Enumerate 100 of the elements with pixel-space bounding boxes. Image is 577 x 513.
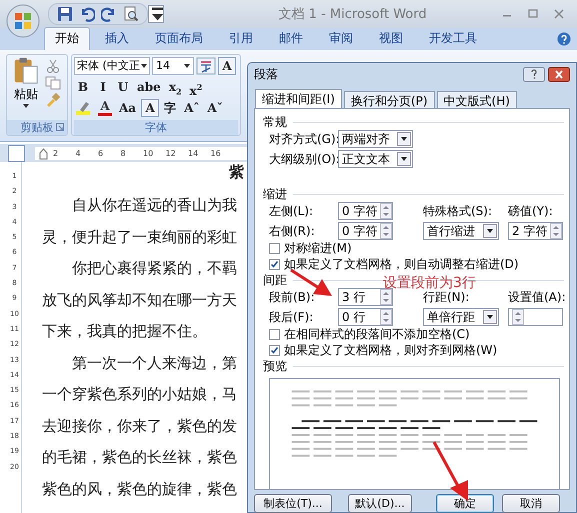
checkbox-label: 在相同样式的段落间不添加空格(C) (284, 326, 470, 342)
ruler-number: 2 (53, 148, 60, 158)
format-button[interactable]: Aa (116, 98, 140, 116)
print-preview-icon[interactable] (123, 6, 139, 22)
font-color-button[interactable]: A (96, 100, 114, 116)
customize-menu-icon[interactable] (148, 5, 164, 23)
window-title: 文档 1 - Microsoft Word (278, 6, 428, 23)
caret-icon (141, 64, 147, 68)
group-label: 字体 (74, 120, 238, 135)
scissors-icon[interactable] (45, 59, 61, 73)
spin-field[interactable]: 2 字符 (508, 222, 563, 240)
spin-field[interactable] (508, 308, 563, 326)
dropdown[interactable]: 首行缩进 (423, 222, 499, 240)
help-icon[interactable] (557, 32, 571, 46)
format-button[interactable]: Aˆ (181, 98, 202, 116)
field-label: 右侧(R): (269, 223, 316, 240)
ribbon-tab[interactable]: 开始 (44, 27, 90, 50)
format-button[interactable]: U (114, 78, 132, 96)
section-heading: 间距 (263, 272, 287, 288)
dialog-title: 段落 (254, 66, 278, 82)
close-button[interactable] (548, 66, 570, 82)
field-label: 设置值(A): (508, 289, 563, 306)
ribbon-tab[interactable]: 审阅 (318, 27, 364, 50)
dialog-button[interactable]: 制表位(T)... (254, 494, 332, 513)
document-text: 去迎接你，你来了，紫色的发 (42, 416, 237, 434)
dialog-button[interactable]: 默认(D)... (348, 494, 412, 513)
ruler-number: 8 (120, 148, 127, 158)
spin-field[interactable]: 0 字符 (338, 222, 393, 240)
close-icon[interactable] (553, 8, 565, 20)
document-text: 第一次一个人来海边，第 (72, 354, 237, 372)
dialog-tab[interactable]: 换行和分页(P) (344, 91, 435, 108)
dialog-tab[interactable]: 中文版式(H) (436, 91, 517, 108)
redo-icon[interactable] (101, 6, 117, 22)
spin-field[interactable]: 3 行 (338, 288, 393, 306)
dialog-button[interactable]: 确定 (436, 494, 494, 513)
tab-selector[interactable] (8, 144, 25, 162)
font-name-field[interactable]: 宋体 (中文正 (74, 56, 150, 74)
character-border-button[interactable]: A (218, 56, 236, 74)
caret-icon (184, 64, 190, 68)
dropdown[interactable]: 两端对齐 (338, 130, 413, 148)
spin-buttons-icon (380, 203, 392, 219)
format-button[interactable]: B (74, 78, 92, 96)
spin-field[interactable]: 0 字符 (338, 202, 393, 220)
brush-icon[interactable] (45, 93, 61, 107)
indent-marker-icon[interactable] (39, 148, 48, 160)
paste-button[interactable]: 粘贴 (7, 55, 45, 120)
dropdown[interactable]: 正文文本 (338, 150, 413, 168)
document-text: 下来，我真的把握不住。 (42, 322, 207, 340)
format-button[interactable]: I (94, 78, 112, 96)
document-text: 紫色的风，紫色的旋律，紫色 (42, 480, 237, 498)
format-button[interactable]: x$_{2}$ (166, 78, 185, 96)
ruler-number: 16 (210, 148, 222, 158)
document-text: 灵，便升起了一束绚丽的彩虹 (42, 228, 237, 246)
field-label: 磅值(Y): (508, 203, 554, 220)
section-heading: 常规 (263, 114, 287, 130)
save-icon[interactable] (57, 6, 73, 22)
field-label: 段前(B): (269, 289, 316, 306)
checkbox[interactable] (269, 258, 280, 270)
document-text: 自从你在遥远的香山为我 (72, 196, 237, 214)
ribbon-tab[interactable]: 邮件 (268, 27, 314, 50)
font-size-field[interactable]: 14 (152, 56, 194, 74)
field-label: 段后(F): (269, 309, 314, 326)
spin-field[interactable]: 0 行 (338, 308, 393, 326)
checkbox-label: 对称缩进(M) (284, 240, 352, 256)
maximize-icon[interactable] (527, 8, 539, 20)
caret-icon (23, 104, 29, 108)
document-text: 一个穿紫色系列的小姑娘，马 (42, 385, 237, 403)
checkbox[interactable] (269, 344, 280, 356)
spin-buttons-icon (512, 309, 524, 325)
dialog-launcher-icon[interactable] (56, 123, 64, 131)
format-button[interactable]: Aˇ (204, 98, 226, 116)
format-button[interactable]: A (141, 98, 160, 116)
format-button[interactable]: x$^{2}$ (186, 78, 206, 96)
checkbox[interactable] (269, 242, 280, 254)
format-button[interactable]: abe (134, 78, 164, 96)
undo-icon[interactable] (79, 6, 95, 22)
document-text: 你把心裹得紧紧的，不羁 (72, 259, 237, 277)
field-label: 行距(N): (423, 289, 470, 306)
ruler-number: 12 (166, 148, 177, 158)
checkbox[interactable] (269, 328, 280, 340)
dialog-tab[interactable]: 缩进和间距(I) (255, 89, 342, 108)
copy-icon[interactable] (45, 76, 61, 90)
document-text: 放飞的风筝却不知在哪一方天 (42, 290, 237, 308)
ruler-number: 14 (188, 148, 200, 158)
dropdown[interactable]: 单倍行距 (423, 308, 499, 326)
field-label: 左侧(L): (269, 203, 314, 220)
ribbon-tab[interactable]: 视图 (368, 27, 414, 50)
ribbon-tab[interactable]: 引用 (218, 27, 264, 50)
group-label: 剪贴板 (20, 120, 54, 135)
help-button[interactable] (523, 66, 545, 82)
clipboard-icon (12, 57, 40, 85)
spin-buttons-icon (550, 223, 562, 239)
ribbon-tab[interactable]: 插入 (94, 27, 140, 50)
ribbon-tab[interactable]: 开发工具 (418, 27, 488, 50)
dialog-button[interactable]: 取消 (502, 494, 560, 513)
ruler-number: 4 (76, 148, 82, 158)
format-button[interactable]: 字 (161, 98, 180, 116)
checkbox-label: 如果定义了文档网格，则自动调整右缩进(D) (284, 256, 519, 272)
ribbon-tab[interactable]: 页面布局 (144, 27, 214, 50)
ruler-number: 10 (143, 148, 154, 158)
